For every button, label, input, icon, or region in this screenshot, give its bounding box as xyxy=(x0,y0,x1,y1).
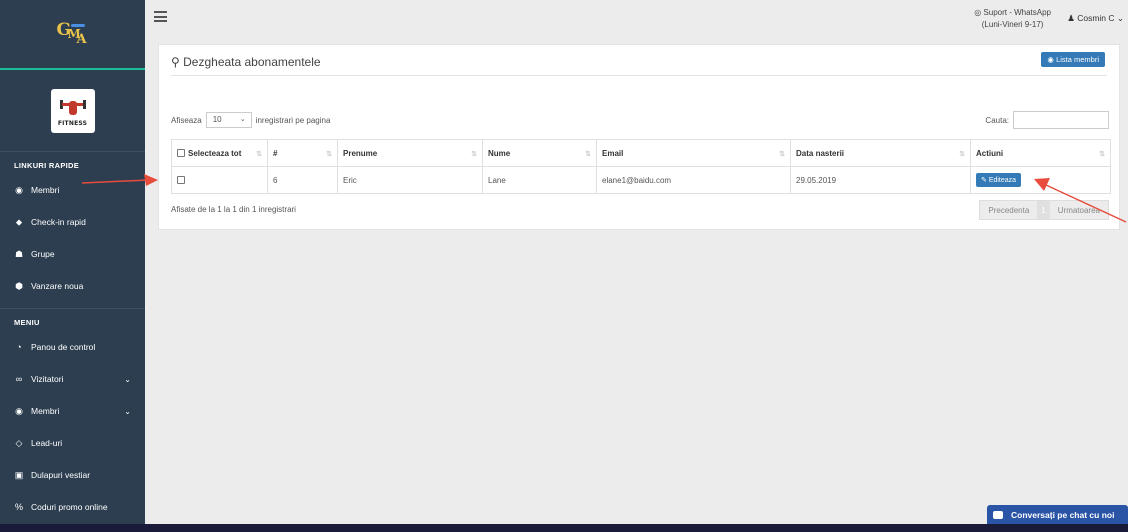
gym-logo: FITNESS xyxy=(50,88,95,133)
lock-icon: ▣ xyxy=(14,469,24,480)
sidebar-item-label: Coduri promo online xyxy=(31,502,108,512)
logo-area: G M A xyxy=(0,0,145,70)
page-title: ⚲ Dezgheata abonamentele xyxy=(171,55,321,69)
row-checkbox[interactable] xyxy=(177,176,185,185)
dashboard-icon: ◔ xyxy=(16,342,22,352)
sidebar-item-label: Dulapuri vestiar xyxy=(31,470,91,480)
chat-widget-button[interactable]: Conversați pe chat cu noi xyxy=(987,505,1128,525)
sidebar: G M A FITNESS LINKURI RAPIDE ◉ Membri ⬥ … xyxy=(0,0,145,532)
search-input[interactable] xyxy=(1013,111,1109,129)
sidebar-item-label: Grupe xyxy=(31,249,55,259)
sidebar-item-label: Membri xyxy=(31,185,60,195)
per-page-label: inregistrari pe pagina xyxy=(255,115,331,125)
user-icon: ♟ xyxy=(1067,13,1078,23)
user-name: Cosmin C xyxy=(1077,13,1115,23)
sidebar-item-vanzare[interactable]: ⬢ Vanzare noua xyxy=(0,270,145,302)
cell-first-name: Eric xyxy=(337,166,483,194)
paperclip-icon: ⚲ xyxy=(171,55,184,69)
table-header-row: Selecteaza tot ⇅ # ⇅ Prenume ⇅ Nume ⇅ Email ⇅… xyxy=(171,139,1111,167)
diamond-icon: ◇ xyxy=(15,437,23,448)
percent-icon: % xyxy=(14,502,23,512)
chevron-down-icon: ⌄ xyxy=(1114,13,1124,23)
col-actions-header[interactable]: Actiuni ⇅ xyxy=(970,139,1111,167)
bottom-strip xyxy=(0,524,1128,532)
edit-icon: ✎ xyxy=(981,177,989,184)
cell-email: elane1@baidu.com xyxy=(596,166,791,194)
table-row: 6 Eric Lane elane1@baidu.com 29.05.2019 … xyxy=(171,166,1111,194)
search-control: Cauta: xyxy=(985,111,1109,129)
edit-button[interactable]: ✎ Editeaza xyxy=(976,173,1022,187)
chevron-down-icon: ⌄ xyxy=(124,374,131,384)
sidebar-item-label: Membri xyxy=(31,406,60,416)
user-circle-icon: ◉ xyxy=(15,405,23,416)
sidebar-item-coduri-promo[interactable]: % Coduri promo online xyxy=(0,491,145,523)
sidebar-item-vizitatori[interactable]: ∞ Vizitatori ⌄ xyxy=(0,363,145,395)
col-prenume-header[interactable]: Prenume ⇅ xyxy=(337,139,483,167)
user-circle-icon: ◉ xyxy=(1047,55,1057,64)
gym-brand-area: FITNESS xyxy=(0,70,145,152)
bodybuilder-icon xyxy=(59,98,86,120)
sort-icon: ⇅ xyxy=(779,151,785,158)
page-length-control: Afiseaza 10 ⌄ inregistrari pe pagina xyxy=(171,112,330,128)
chevron-down-icon: ⌄ xyxy=(239,116,246,123)
gym-logo-text: FITNESS xyxy=(57,120,88,127)
sidebar-item-grupe[interactable]: ☗ Grupe xyxy=(0,238,145,270)
sort-icon: ⇅ xyxy=(585,151,591,158)
col-birthdate-header[interactable]: Data nasterii ⇅ xyxy=(790,139,971,167)
col-email-header[interactable]: Email ⇅ xyxy=(596,139,791,167)
select-all-checkbox[interactable] xyxy=(177,149,185,158)
sidebar-item-label: Vizitatori xyxy=(31,374,64,384)
prev-page-button[interactable]: Precedenta xyxy=(980,201,1037,219)
sort-icon: ⇅ xyxy=(1099,151,1105,158)
page-length-select[interactable]: 10 ⌄ xyxy=(205,112,252,128)
cell-birth-date: 29.05.2019 xyxy=(790,166,971,194)
show-label: Afiseaza xyxy=(171,115,202,125)
hamburger-menu-icon[interactable] xyxy=(154,11,167,22)
sidebar-item-label: Lead-uri xyxy=(31,438,63,448)
col-id-header[interactable]: # ⇅ xyxy=(267,139,338,167)
table-info: Afisate de la 1 la 1 din 1 inregistrari xyxy=(171,205,296,214)
annotation-arrow-edit xyxy=(1034,178,1127,223)
sort-icon: ⇅ xyxy=(959,151,965,158)
topbar: ◎ Suport - WhatsApp (Luni-Vineri 9-17) ♟… xyxy=(145,0,1128,37)
quick-links-title: LINKURI RAPIDE xyxy=(14,161,80,170)
sort-icon: ⇅ xyxy=(471,151,477,158)
sort-icon: ⇅ xyxy=(256,151,262,158)
whatsapp-support-link[interactable]: ◎ Suport - WhatsApp (Luni-Vineri 9-17) xyxy=(974,7,1051,31)
user-menu[interactable]: ♟ Cosmin C ⌄ xyxy=(1067,13,1124,24)
col-nume-header[interactable]: Nume ⇅ xyxy=(482,139,597,167)
chat-bubble-icon xyxy=(993,511,1003,519)
gma-logo[interactable]: G M A xyxy=(57,18,89,50)
sidebar-item-label: Check-in rapid xyxy=(31,217,86,227)
members-list-button[interactable]: ◉ Lista membri xyxy=(1041,52,1105,67)
cube-icon: ⬢ xyxy=(15,280,23,291)
sidebar-item-label: Panou de control xyxy=(31,342,96,352)
sidebar-item-panou[interactable]: ◔ Panou de control xyxy=(0,331,145,363)
cell-last-name: Lane xyxy=(482,166,597,194)
annotation-arrow-checkbox xyxy=(81,174,158,186)
sidebar-item-label: Vanzare noua xyxy=(31,281,84,291)
users-icon: ☗ xyxy=(14,248,24,259)
chevron-down-icon: ⌄ xyxy=(124,406,131,416)
sidebar-item-lead-uri[interactable]: ◇ Lead-uri xyxy=(0,427,145,459)
cell-id: 6 xyxy=(267,166,338,194)
sidebar-item-check-in[interactable]: ⬥ Check-in rapid xyxy=(0,206,145,238)
sort-icon: ⇅ xyxy=(326,151,332,158)
unfreeze-subscriptions-panel: ⚲ Dezgheata abonamentele ◉ Lista membri … xyxy=(158,44,1120,230)
search-label: Cauta: xyxy=(985,115,1009,125)
menu-title: MENIU xyxy=(14,318,40,327)
glasses-icon: ∞ xyxy=(15,374,23,384)
members-table: Selecteaza tot ⇅ # ⇅ Prenume ⇅ Nume ⇅ Email ⇅… xyxy=(171,139,1111,194)
map-marker-icon: ⬥ xyxy=(15,216,23,227)
sidebar-item-membri-menu[interactable]: ◉ Membri ⌄ xyxy=(0,395,145,427)
select-all-header[interactable]: Selecteaza tot ⇅ xyxy=(171,139,268,167)
sidebar-item-dulapuri[interactable]: ▣ Dulapuri vestiar xyxy=(0,459,145,491)
user-circle-icon: ◉ xyxy=(15,184,23,195)
